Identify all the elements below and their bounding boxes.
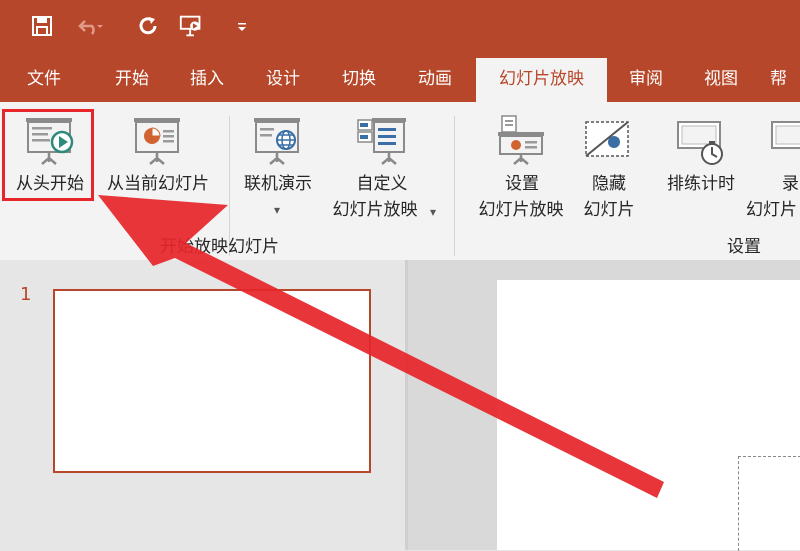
- annotation-arrow: [98, 195, 664, 498]
